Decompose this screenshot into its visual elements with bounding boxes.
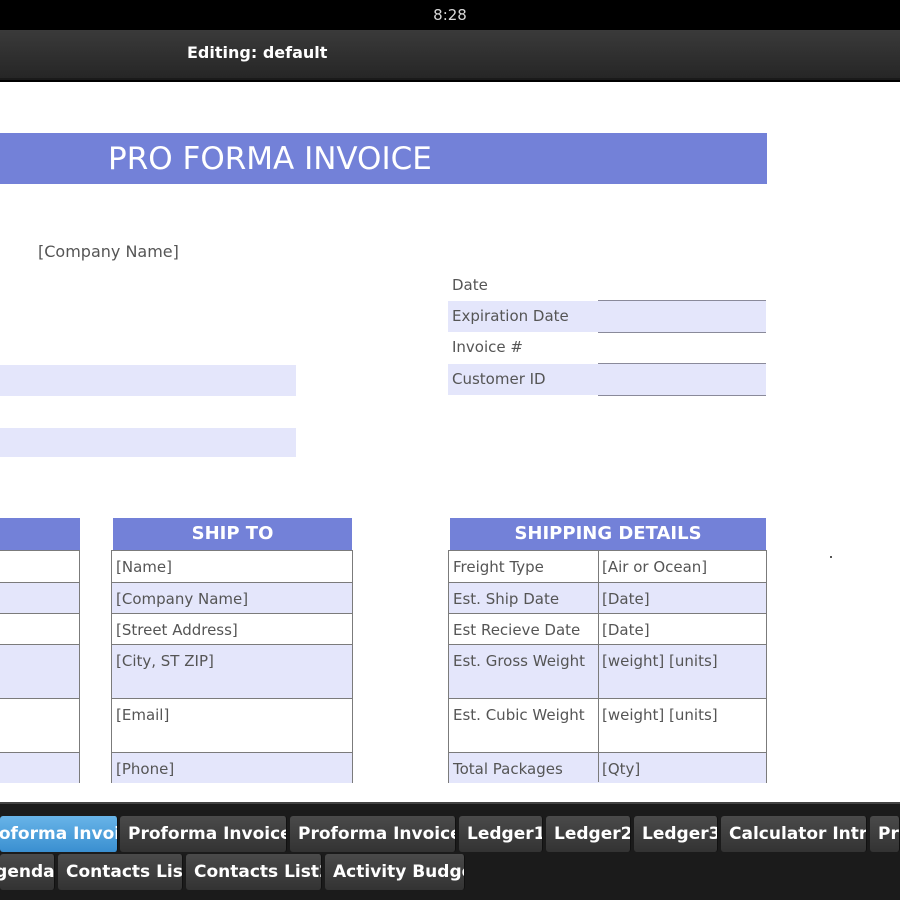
tab-label: Proforma Invoice1 bbox=[0, 824, 117, 844]
tab-contacts-list[interactable]: Contacts List bbox=[58, 854, 183, 890]
tab-proforma-invoice1[interactable]: Proforma Invoice1 bbox=[0, 816, 118, 852]
tab-ledger1[interactable]: Ledger1 bbox=[459, 816, 543, 852]
bill-to-table bbox=[0, 550, 80, 783]
tab-label: Contacts List2 bbox=[194, 862, 322, 882]
shipping-label-total-packages: Total Packages bbox=[449, 753, 598, 783]
meta-label-date: Date bbox=[452, 276, 488, 294]
bill-to-cell[interactable] bbox=[0, 583, 79, 614]
ship-to-phone[interactable]: [Phone] bbox=[112, 753, 352, 783]
shipping-label-freight: Freight Type bbox=[449, 551, 598, 583]
shipping-details-header: SHIPPING DETAILS bbox=[450, 518, 766, 550]
address-band-1 bbox=[0, 365, 296, 396]
bill-to-cell[interactable] bbox=[0, 753, 79, 783]
tab-label: Contacts List bbox=[66, 862, 183, 882]
bill-to-cell[interactable] bbox=[0, 699, 79, 753]
invoice-title: PRO FORMA INVOICE bbox=[108, 141, 432, 177]
tab-label: Activity Budget bbox=[333, 862, 464, 882]
shipping-value-ship-date[interactable]: [Date] bbox=[598, 583, 766, 614]
tab-label: Calculator Intro bbox=[729, 824, 867, 844]
shipping-label-receive-date: Est Recieve Date bbox=[449, 614, 598, 645]
tab-label: Proforma Invoice3 bbox=[298, 824, 456, 844]
ship-to-email[interactable]: [Email] bbox=[112, 699, 352, 753]
status-clock: 8:28 bbox=[433, 6, 467, 24]
tab-ledger2[interactable]: Ledger2 bbox=[546, 816, 631, 852]
ship-to-header: SHIP TO bbox=[113, 518, 352, 550]
ship-to-city[interactable]: [City, ST ZIP] bbox=[112, 645, 352, 699]
tab-label: Agenda2 bbox=[0, 862, 55, 882]
invoice-title-banner: PRO FORMA INVOICE bbox=[0, 133, 767, 184]
window-title: Editing: default bbox=[187, 43, 328, 62]
bill-to-header bbox=[0, 518, 80, 550]
tab-contacts-list2[interactable]: Contacts List2 bbox=[186, 854, 322, 890]
company-name: [Company Name] bbox=[38, 242, 179, 261]
tab-label: Proforma Invoice2 bbox=[128, 824, 287, 844]
shipping-label-ship-date: Est. Ship Date bbox=[449, 583, 598, 614]
tab-label: Ledger1 bbox=[467, 824, 543, 844]
ship-to-name[interactable]: [Name] bbox=[112, 551, 352, 583]
shipping-value-gross-weight[interactable]: [weight] [units] bbox=[598, 645, 766, 699]
meta-label-expiration: Expiration Date bbox=[452, 307, 569, 325]
sheet-tab-bar: Proforma Invoice1 Proforma Invoice2 Prof… bbox=[0, 802, 900, 900]
shipping-label-cubic-weight: Est. Cubic Weight bbox=[449, 699, 598, 753]
spreadsheet-canvas[interactable]: PRO FORMA INVOICE [Company Name] Date Ex… bbox=[0, 82, 900, 802]
shipping-value-total-packages[interactable]: [Qty] bbox=[598, 753, 766, 783]
bill-to-cell[interactable] bbox=[0, 551, 79, 583]
bill-to-cell[interactable] bbox=[0, 645, 79, 699]
tab-calculator-intro[interactable]: Calculator Intro bbox=[721, 816, 867, 852]
meta-line-customer bbox=[598, 395, 766, 396]
stray-dot bbox=[830, 556, 832, 558]
tab-proforma-invoice2[interactable]: Proforma Invoice2 bbox=[120, 816, 287, 852]
tab-label: Ledger2 bbox=[554, 824, 631, 844]
meta-line-expiration bbox=[598, 332, 766, 333]
ship-to-street[interactable]: [Street Address] bbox=[112, 614, 352, 645]
shipping-details-table: Freight Type [Air or Ocean] Est. Ship Da… bbox=[448, 550, 767, 783]
shipping-label-gross-weight: Est. Gross Weight bbox=[449, 645, 598, 699]
address-band-2 bbox=[0, 428, 296, 457]
tab-pri[interactable]: Pri bbox=[870, 816, 900, 852]
tab-ledger3[interactable]: Ledger3 bbox=[634, 816, 718, 852]
shipping-value-cubic-weight[interactable]: [weight] [units] bbox=[598, 699, 766, 753]
bill-to-cell[interactable] bbox=[0, 614, 79, 645]
tab-activity-budget[interactable]: Activity Budget bbox=[325, 854, 465, 890]
ship-to-table: [Name] [Company Name] [Street Address] [… bbox=[111, 550, 353, 783]
shipping-column-divider bbox=[598, 551, 599, 782]
title-bar: Editing: default bbox=[0, 30, 900, 80]
shipping-value-receive-date[interactable]: [Date] bbox=[598, 614, 766, 645]
tab-label: Ledger3 bbox=[642, 824, 718, 844]
tab-agenda2[interactable]: Agenda2 bbox=[0, 854, 55, 890]
tab-label: Pri bbox=[878, 824, 899, 844]
meta-label-customer: Customer ID bbox=[452, 370, 546, 388]
status-bar: 8:28 bbox=[0, 0, 900, 30]
meta-label-invoice: Invoice # bbox=[452, 338, 523, 356]
tab-proforma-invoice3[interactable]: Proforma Invoice3 bbox=[290, 816, 456, 852]
shipping-value-freight[interactable]: [Air or Ocean] bbox=[598, 551, 766, 583]
ship-to-company[interactable]: [Company Name] bbox=[112, 583, 352, 614]
